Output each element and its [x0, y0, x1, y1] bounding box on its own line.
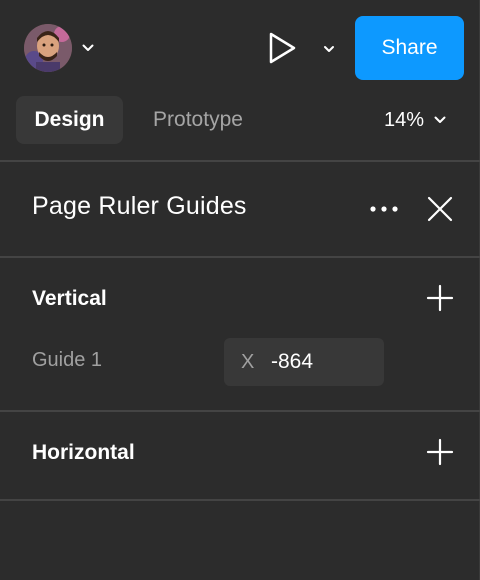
add-horizontal-guide-button[interactable] — [424, 436, 456, 468]
vertical-section-title: Vertical — [32, 287, 107, 310]
guide-name: Guide 1 — [32, 349, 103, 371]
zoom-dropdown[interactable]: 14% — [384, 96, 446, 144]
divider — [0, 160, 480, 162]
properties-panel: Share Design Prototype 14% Page Ruler Gu… — [0, 0, 480, 580]
panel-title: Page Ruler Guides — [32, 192, 247, 220]
guide-position-input[interactable]: X -864 — [224, 338, 384, 386]
present-options-chevron-icon[interactable] — [322, 44, 336, 54]
divider — [0, 410, 480, 412]
play-icon — [269, 32, 296, 64]
toolbar-header: Share — [0, 0, 480, 96]
panel-tabs: Design Prototype 14% — [0, 96, 480, 144]
tab-design[interactable]: Design — [16, 96, 123, 144]
guide-position-value[interactable]: -864 — [271, 350, 313, 374]
divider — [0, 256, 480, 258]
plus-icon — [426, 438, 454, 466]
chevron-down-icon — [434, 116, 446, 123]
avatar-image — [24, 24, 72, 72]
tab-prototype[interactable]: Prototype — [131, 96, 265, 144]
close-icon — [427, 196, 453, 222]
share-button[interactable]: Share — [355, 16, 464, 80]
close-panel-button[interactable] — [424, 193, 456, 225]
plus-icon — [426, 284, 454, 312]
divider — [0, 499, 480, 501]
chevron-down-icon — [82, 44, 94, 51]
zoom-level: 14% — [383, 108, 424, 131]
more-options-button[interactable] — [368, 193, 400, 225]
account-menu-button[interactable] — [24, 24, 94, 72]
user-avatar — [24, 24, 72, 72]
more-icon — [370, 206, 398, 212]
add-vertical-guide-button[interactable] — [424, 282, 456, 314]
present-button[interactable] — [262, 28, 302, 68]
horizontal-section-title: Horizontal — [32, 441, 135, 464]
axis-label: X — [241, 350, 255, 373]
